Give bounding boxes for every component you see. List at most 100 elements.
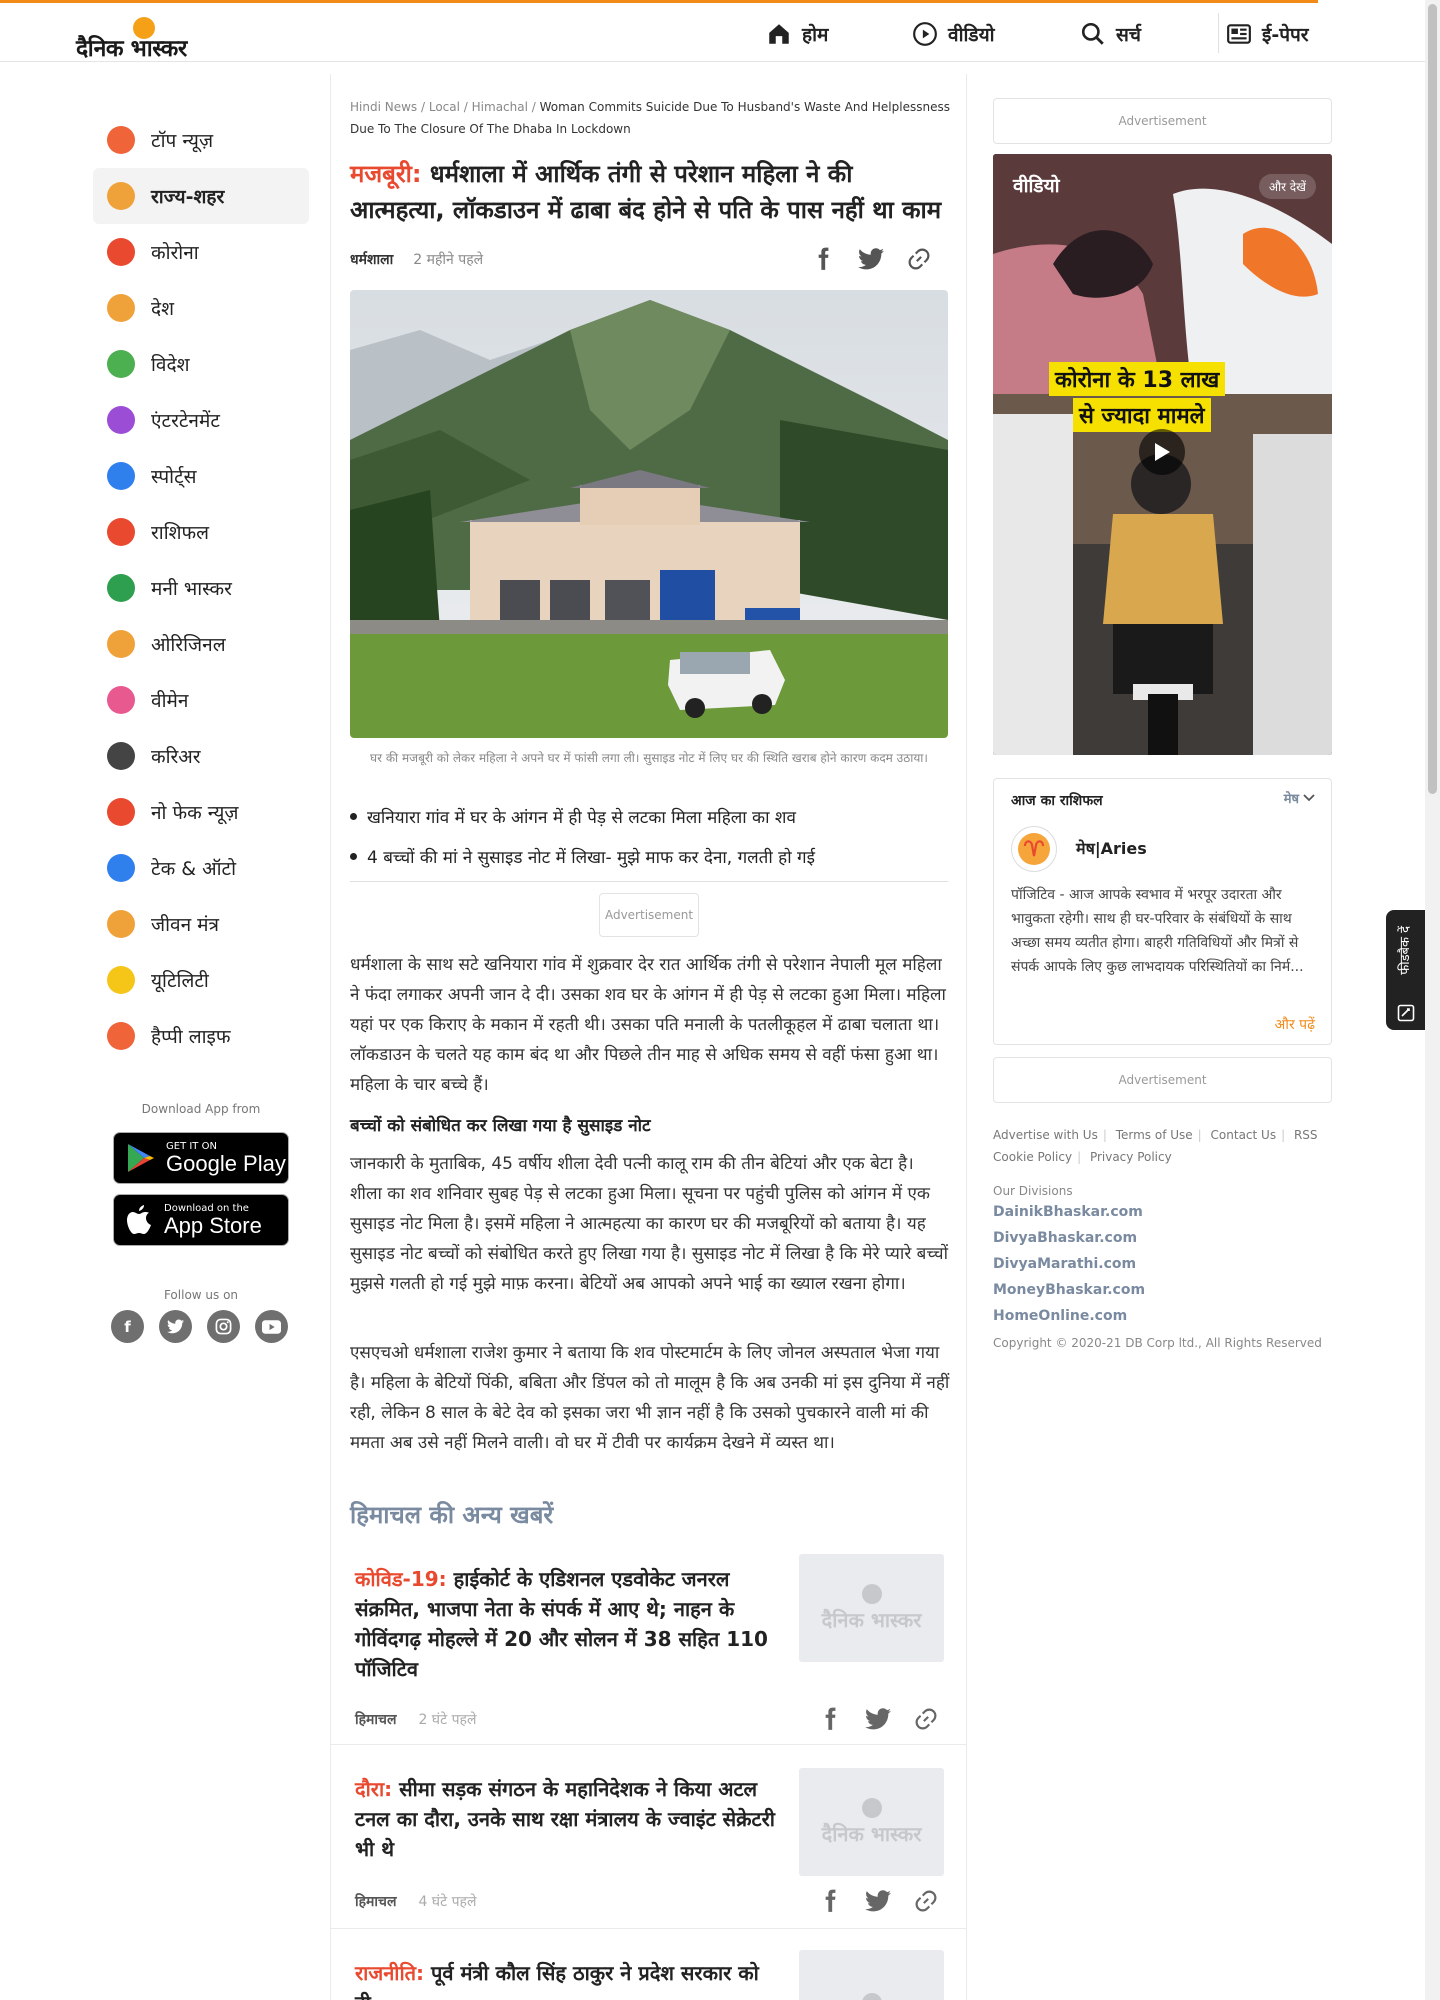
nav-search[interactable]: सर्च [1080, 17, 1141, 51]
youtube-icon[interactable] [255, 1310, 288, 1343]
horoscope-title: आज का राशिफल [1011, 793, 1103, 809]
breadcrumb-local[interactable]: Local [429, 100, 460, 114]
twitter-share-icon[interactable] [865, 1888, 891, 1914]
related-story-card[interactable]: कोविड-19: हाईकोर्ट के एडिशनल एडवोकेट जनर… [331, 1540, 966, 1745]
sidebar-item[interactable]: ओरिजिनल [93, 616, 309, 672]
division-link[interactable]: MoneyBhaskar.com [993, 1282, 1145, 1298]
zodiac-selected: मेष [1283, 792, 1299, 807]
story-meta: हिमाचल 2 घंटे पहले [355, 1710, 476, 1729]
breadcrumb-hindi-news[interactable]: Hindi News [350, 100, 417, 114]
facebook-share-icon[interactable] [817, 1706, 843, 1732]
placeholder-logo-sun-icon [861, 1583, 882, 1604]
story-location[interactable]: हिमाचल [355, 1710, 396, 1729]
bulb-icon [107, 966, 135, 994]
story-title[interactable]: कोविड-19: हाईकोर्ट के एडिशनल एडवोकेट जनर… [355, 1564, 775, 1684]
play-button-icon[interactable] [1139, 429, 1185, 475]
story-thumbnail[interactable]: दैनिक भास्कर [799, 1768, 944, 1876]
story-thumbnail[interactable] [799, 1950, 944, 2000]
right-rail-advertisement[interactable]: Advertisement [993, 98, 1332, 144]
app-store-button[interactable]: Download on the App Store [113, 1194, 289, 1246]
nav-epaper-label: ई-पेपर [1262, 24, 1309, 46]
sidebar-item-label: कोरोना [151, 242, 199, 264]
article-time: 2 महीने पहले [413, 252, 484, 268]
nav-epaper[interactable]: ई-पेपर [1226, 17, 1309, 51]
sidebar-item[interactable]: देश [93, 280, 309, 336]
sidebar-item[interactable]: करिअर [93, 728, 309, 784]
sidebar-item[interactable]: टेक & ऑटो [93, 840, 309, 896]
division-link[interactable]: DainikBhaskar.com [993, 1204, 1143, 1220]
tech-auto-icon [107, 854, 135, 882]
nav-video[interactable]: वीडियो [912, 17, 995, 51]
nav-search-label: सर्च [1116, 24, 1141, 46]
article-location[interactable]: धर्मशाला [350, 250, 393, 269]
sidebar-item[interactable]: जीवन मंत्र [93, 896, 309, 952]
facebook-share-icon[interactable] [810, 246, 836, 272]
sidebar-item[interactable]: टॉप न्यूज़ [93, 112, 309, 168]
feedback-tab[interactable]: फीडबैक दें [1386, 910, 1426, 1030]
newspaper-icon [1227, 24, 1251, 44]
division-link[interactable]: DivyaMarathi.com [993, 1256, 1136, 1272]
sidebar-item[interactable]: एंटरटेनमेंट [93, 392, 309, 448]
more-news-heading: हिमाचल की अन्य खबरें [350, 1501, 554, 1529]
inline-advertisement[interactable]: Advertisement [599, 893, 699, 937]
breadcrumb-himachal[interactable]: Himachal [472, 100, 528, 114]
twitter-share-icon[interactable] [858, 246, 884, 272]
footer-link[interactable]: Advertise with Us [993, 1128, 1098, 1142]
sidebar-item[interactable]: यूटिलिटी [93, 952, 309, 1008]
article-meta: धर्मशाला 2 महीने पहले [350, 250, 483, 269]
breadcrumb-separator: / [531, 100, 540, 114]
nav-home[interactable]: होम [766, 17, 828, 51]
facebook-share-icon[interactable] [817, 1888, 843, 1914]
rupee-icon [107, 574, 135, 602]
footer-link[interactable]: RSS [1294, 1128, 1318, 1142]
horoscope-widget: आज का राशिफल मेष मेष|Aries पॉजिटिव - आज … [993, 778, 1332, 1045]
story-thumbnail[interactable]: दैनिक भास्कर [799, 1554, 944, 1662]
story-location[interactable]: हिमाचल [355, 1892, 396, 1911]
category-sidebar: टॉप न्यूज़ राज्य-शहर कोरोना देश विदेश एंटरटेन… [93, 112, 309, 1064]
play-icon [913, 22, 937, 46]
copy-link-icon[interactable] [913, 1706, 939, 1732]
sidebar-item[interactable]: मनी भास्कर [93, 560, 309, 616]
download-app-label: Download App from [141, 1102, 261, 1116]
video-see-more-button[interactable]: और देखें [1258, 174, 1316, 199]
video-widget[interactable]: वीडियो और देखें कोरोना के 13 लाख से ज्या… [993, 154, 1332, 755]
related-story-card[interactable]: राजनीति: पूर्व मंत्री कौल सिंह ठाकुर ने … [331, 1930, 966, 2000]
search-icon [1081, 22, 1104, 45]
sidebar-item[interactable]: स्पोर्ट्स [93, 448, 309, 504]
sidebar-item[interactable]: विदेश [93, 336, 309, 392]
footer-link[interactable]: Privacy Policy [1090, 1150, 1172, 1164]
related-story-card[interactable]: दौरा: सीमा सड़क संगठन के महानिदेशक ने कि… [331, 1746, 966, 1929]
twitter-icon[interactable] [159, 1310, 192, 1343]
division-link[interactable]: DivyaBhaskar.com [993, 1230, 1137, 1246]
sidebar-item[interactable]: वीमेन [93, 672, 309, 728]
footer-link[interactable]: Cookie Policy [993, 1150, 1072, 1164]
right-rail-advertisement[interactable]: Advertisement [993, 1057, 1332, 1103]
instagram-icon[interactable] [207, 1310, 240, 1343]
story-title[interactable]: राजनीति: पूर्व मंत्री कौल सिंह ठाकुर ने … [355, 1958, 775, 2000]
sidebar-item[interactable]: नो फेक न्यूज़ [93, 784, 309, 840]
twitter-share-icon[interactable] [865, 1706, 891, 1732]
footer-link[interactable]: Contact Us [1211, 1128, 1277, 1142]
zodiac-selector[interactable]: मेष [1284, 789, 1315, 807]
sidebar-item[interactable]: कोरोना [93, 224, 309, 280]
story-title[interactable]: दौरा: सीमा सड़क संगठन के महानिदेशक ने कि… [355, 1774, 775, 1864]
sidebar-item[interactable]: राज्य-शहर [93, 168, 309, 224]
copy-link-icon[interactable] [906, 246, 932, 272]
sidebar-item[interactable]: राशिफल [93, 504, 309, 560]
virus-icon [107, 238, 135, 266]
facebook-icon[interactable]: f [111, 1310, 144, 1343]
copy-link-icon[interactable] [913, 1888, 939, 1914]
nav-home-label: होम [802, 24, 829, 46]
sidebar-item[interactable]: हैप्पी लाइफ [93, 1008, 309, 1064]
google-play-button[interactable]: GET IT ON Google Play [113, 1132, 289, 1184]
sidebar-item-label: वीमेन [151, 690, 189, 712]
story-kicker: दौरा: [355, 1777, 393, 1801]
division-link[interactable]: HomeOnline.com [993, 1308, 1127, 1324]
apple-icon [127, 1205, 151, 1234]
sidebar-item-label: ओरिजिनल [151, 634, 226, 656]
sidebar-item-label: टेक & ऑटो [151, 858, 236, 880]
footer-link[interactable]: Terms of Use [1116, 1128, 1193, 1142]
scrollbar-thumb[interactable] [1428, 4, 1437, 794]
story-time: 4 घंटे पहले [418, 1894, 477, 1910]
read-more-link[interactable]: और पढ़ें [1275, 1015, 1315, 1034]
